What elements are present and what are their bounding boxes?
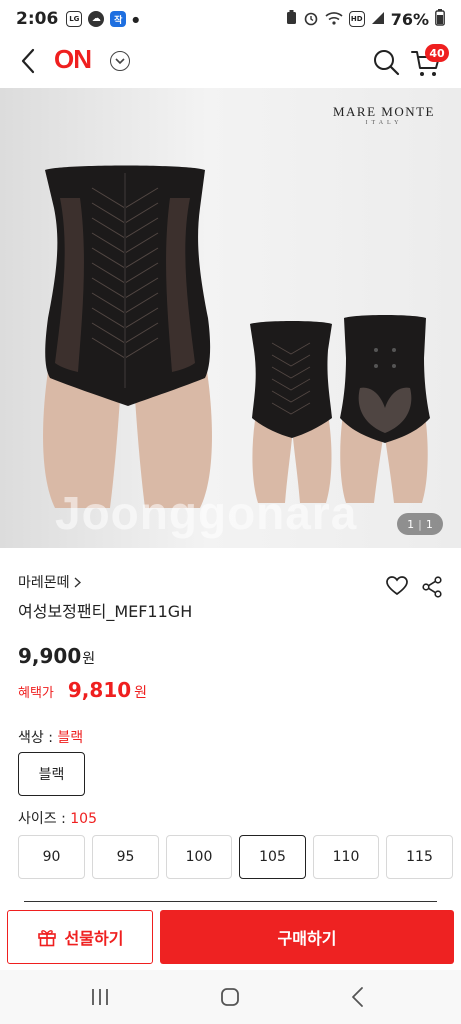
battery-percent: 76% [390,9,429,29]
cloud-chat-icon: ☁ [88,11,105,27]
image-counter-current: 1 [407,517,415,531]
size-selected-value: 105 [70,811,97,827]
back-button[interactable] [14,46,42,76]
cart-count-badge: 40 [425,44,449,62]
color-option-label: 색상 : 블랙 [18,727,83,747]
size-option-105[interactable]: 105 [239,835,306,879]
status-system-icons: HD 76% [286,9,445,29]
benefit-price-unit: 원 [134,685,148,701]
size-option-110[interactable]: 110 [313,835,379,879]
mall-switch-button[interactable] [110,51,130,71]
image-counter-separator: | [418,517,422,531]
chevron-right-icon [74,576,81,588]
original-price: 9,900원 [18,644,95,668]
price-value: 9,900 [18,644,82,668]
heart-icon [386,576,408,596]
benefit-price-row: 혜택가 9,810 원 [18,678,147,702]
size-option-95[interactable]: 95 [92,835,159,879]
battery-icon [435,9,445,29]
system-nav-bar [0,970,461,1024]
wishlist-button[interactable] [386,576,408,598]
notification-icon: LG [66,11,83,27]
size-option-label: 사이즈 : 105 [18,808,97,828]
color-selected-value: 블랙 [57,730,84,746]
image-counter-total: 1 [425,517,433,531]
dot-icon: ● [132,14,140,24]
alarm-icon [303,10,319,29]
recent-apps-button[interactable] [88,987,112,1007]
app-icon: 작 [110,11,127,27]
chevron-down-icon [115,57,125,64]
size-option-100[interactable]: 100 [166,835,232,879]
size-label-text: 사이즈 : [18,811,66,827]
status-notification-icons: LG ☁ 작 ● [66,11,139,27]
status-bar: 2:06 LG ☁ 작 ● HD 76% [0,0,461,38]
system-back-icon [352,987,363,1007]
search-icon [374,50,400,76]
size-option-90[interactable]: 90 [18,835,85,879]
wifi-icon [325,11,343,28]
hd-voice-icon: HD [348,11,365,27]
benefit-label: 혜택가 [18,686,54,701]
share-button[interactable] [422,576,442,598]
divider [24,901,437,902]
gift-button[interactable]: 선물하기 [7,910,153,964]
recent-apps-icon [92,989,108,1005]
system-back-button[interactable] [348,986,368,1008]
product-photo-main [43,165,430,508]
size-option-115[interactable]: 115 [386,835,453,879]
product-image[interactable]: MARE MONTE ITALY Joonggonara 1 | 1 [0,88,461,548]
battery-saver-icon [286,10,297,28]
search-button[interactable] [372,48,400,76]
gift-icon [37,930,56,947]
home-icon [221,988,239,1006]
color-option-black[interactable]: 블랙 [18,752,85,796]
image-counter: 1 | 1 [397,513,443,535]
share-icon [422,576,442,598]
signal-icon [371,11,385,28]
home-button[interactable] [220,987,240,1007]
app-header: ON [0,38,461,86]
watermark: Joonggonara [55,487,358,539]
on-logo[interactable]: ON [54,44,92,75]
price-unit: 원 [82,651,96,667]
product-title: 여성보정팬티_MEF11GH [18,602,193,621]
status-time: 2:06 [16,9,59,29]
gift-label: 선물하기 [64,929,124,948]
benefit-price-value: 9,810 [67,678,132,702]
buy-button[interactable]: 구매하기 [160,910,454,964]
brand-name: 마레몬떼 [18,575,70,591]
back-arrow-icon [21,48,35,74]
brand-link[interactable]: 마레몬떼 [18,572,81,592]
color-label-text: 색상 : [18,730,53,746]
